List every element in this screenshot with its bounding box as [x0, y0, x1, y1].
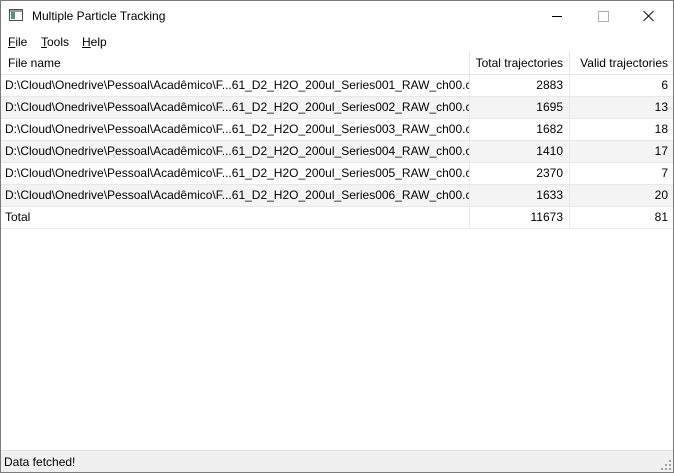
cell-valid-trajectories: 18	[654, 122, 668, 136]
cell-file-name: D:\Cloud\Onedrive\Pessoal\Acadêmico\F...…	[1, 97, 470, 118]
cell-valid-trajectories: 13	[654, 100, 668, 114]
table-row[interactable]: D:\Cloud\Onedrive\Pessoal\Acadêmico\F...…	[1, 185, 673, 207]
trajectory-table[interactable]: File name Total trajectories Valid traje…	[1, 51, 673, 450]
table-row[interactable]: D:\Cloud\Onedrive\Pessoal\Acadêmico\F...…	[1, 119, 673, 141]
cell-total-trajectories: 1633	[470, 185, 570, 206]
main-window: Multiple Particle Tracking File Tools He…	[0, 0, 674, 473]
menu-tools-label: ools	[47, 35, 70, 49]
status-message: Data fetched!	[4, 455, 76, 469]
menu-help[interactable]: Help	[82, 34, 107, 50]
status-bar: Data fetched!	[1, 450, 673, 472]
table-row[interactable]: D:\Cloud\Onedrive\Pessoal\Acadêmico\F...…	[1, 141, 673, 163]
table-row-total[interactable]: Total 11673 81	[1, 207, 673, 229]
maximize-icon	[598, 11, 609, 22]
table-header: File name Total trajectories Valid traje…	[1, 51, 673, 75]
cell-valid-trajectories: 6	[661, 78, 668, 92]
menu-help-accelerator: H	[82, 35, 91, 49]
cell-valid-trajectories-sum: 81	[654, 210, 668, 224]
maximize-button[interactable]	[580, 1, 626, 31]
menu-file[interactable]: File	[8, 34, 27, 50]
column-header-total-trajectories[interactable]: Total trajectories	[470, 51, 570, 75]
cell-file-name: D:\Cloud\Onedrive\Pessoal\Acadêmico\F...…	[1, 163, 470, 184]
cell-file-name: D:\Cloud\Onedrive\Pessoal\Acadêmico\F...…	[1, 75, 470, 96]
menu-bar: File Tools Help	[1, 32, 673, 51]
cell-total-trajectories: 1410	[470, 141, 570, 162]
cell-file-name: D:\Cloud\Onedrive\Pessoal\Acadêmico\F...…	[1, 185, 470, 206]
table-row[interactable]: D:\Cloud\Onedrive\Pessoal\Acadêmico\F...…	[1, 75, 673, 97]
table-row[interactable]: D:\Cloud\Onedrive\Pessoal\Acadêmico\F...…	[1, 97, 673, 119]
cell-file-name: D:\Cloud\Onedrive\Pessoal\Acadêmico\F...…	[1, 141, 470, 162]
minimize-icon	[552, 16, 562, 17]
minimize-button[interactable]	[534, 1, 580, 31]
menu-tools[interactable]: Tools	[41, 34, 69, 50]
column-header-valid-trajectories[interactable]: Valid trajectories	[570, 51, 673, 75]
column-header-file-name[interactable]: File name	[1, 51, 470, 75]
title-bar[interactable]: Multiple Particle Tracking	[1, 1, 673, 31]
cell-total-trajectories: 1682	[470, 119, 570, 140]
cell-file-name: D:\Cloud\Onedrive\Pessoal\Acadêmico\F...…	[1, 119, 470, 140]
cell-total-trajectories-sum: 11673	[470, 207, 570, 228]
cell-total-trajectories: 1695	[470, 97, 570, 118]
menu-file-label: ile	[15, 35, 28, 49]
app-window-icon	[9, 9, 23, 21]
close-button[interactable]	[626, 1, 672, 31]
menu-help-label: elp	[90, 35, 107, 49]
cell-valid-trajectories: 7	[661, 166, 668, 180]
table-row[interactable]: D:\Cloud\Onedrive\Pessoal\Acadêmico\F...…	[1, 163, 673, 185]
resize-grip-icon[interactable]	[661, 460, 671, 470]
cell-total-trajectories: 2883	[470, 75, 570, 96]
cell-valid-trajectories: 20	[654, 188, 668, 202]
window-title: Multiple Particle Tracking	[32, 9, 166, 23]
close-icon	[643, 10, 655, 22]
cell-valid-trajectories: 17	[654, 144, 668, 158]
cell-total-trajectories: 2370	[470, 163, 570, 184]
cell-total-label: Total	[1, 207, 470, 228]
